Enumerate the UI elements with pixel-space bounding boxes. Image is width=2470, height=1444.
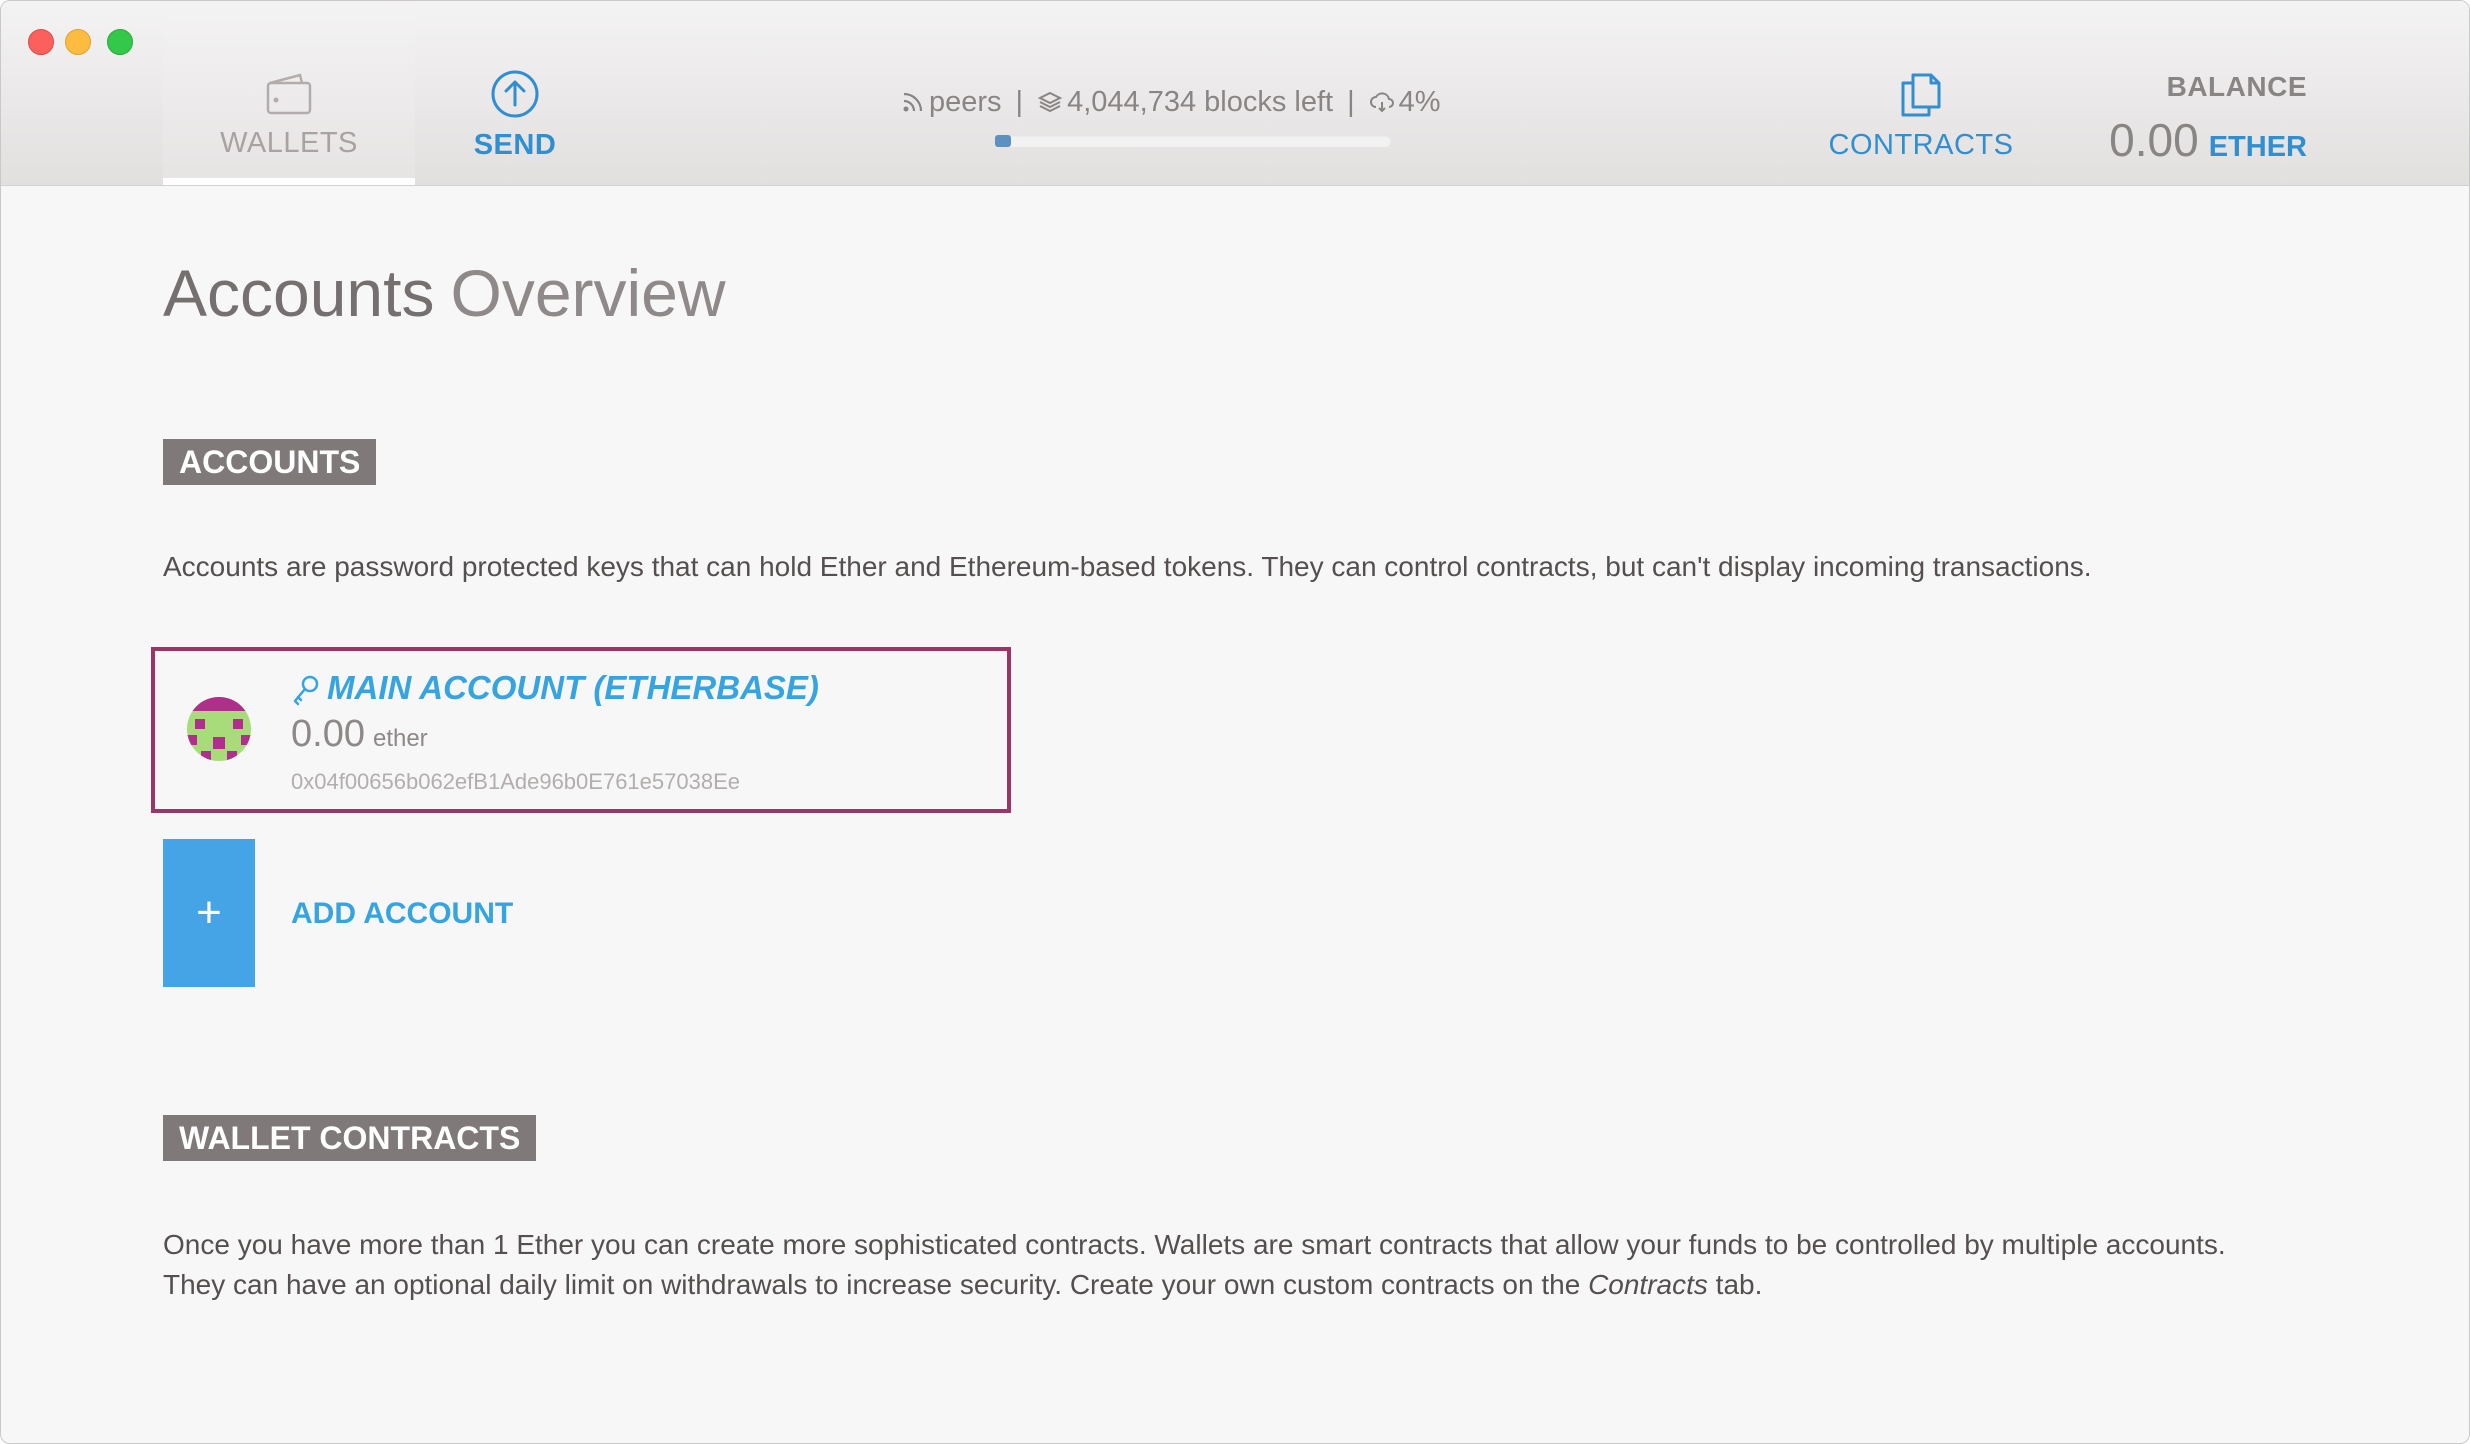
balance-value-row: 0.00 ETHER — [2109, 113, 2307, 167]
add-account-button[interactable]: + — [163, 839, 255, 987]
total-balance: BALANCE 0.00 ETHER — [2109, 71, 2307, 167]
wallet-contracts-heading: WALLET CONTRACTS — [163, 1115, 537, 1161]
account-card[interactable]: MAIN ACCOUNT (ETHERBASE) 0.00 ether 0x04f… — [151, 647, 1011, 813]
account-name-text: MAIN ACCOUNT (ETHERBASE) — [327, 669, 819, 706]
blocks-left-text: 4,044,734 blocks left — [1067, 85, 1334, 118]
wallet-icon — [266, 73, 312, 115]
account-balance: 0.00 ether — [291, 713, 428, 756]
contracts-icon — [1901, 73, 1941, 117]
tab-wallets[interactable]: WALLETS — [163, 1, 415, 185]
add-account-label[interactable]: ADD ACCOUNT — [291, 897, 513, 931]
wallet-contracts-description: Once you have more than 1 Ether you can … — [163, 1225, 2226, 1305]
close-window-button[interactable] — [28, 29, 54, 55]
app-window: WALLETS SEND peers | 4,044,734 blocks lef… — [0, 0, 2470, 1444]
status-divider: | — [1347, 85, 1355, 118]
avatar — [187, 697, 251, 761]
sync-progress-bar — [995, 135, 1391, 147]
tab-send[interactable]: SEND — [459, 69, 571, 162]
wallet-contracts-description-line2: They can have an optional daily limit on… — [163, 1265, 2226, 1305]
blocks-icon — [1037, 92, 1063, 113]
peers-icon — [903, 93, 923, 112]
cloud-download-icon — [1369, 92, 1394, 113]
accounts-description: Accounts are password protected keys tha… — [163, 551, 2092, 582]
send-arrow-icon — [491, 70, 539, 118]
sync-status: peers | 4,044,734 blocks left | 4% — [901, 85, 1501, 125]
description-text: They can have an optional daily limit on… — [163, 1269, 1589, 1300]
balance-label: BALANCE — [2166, 71, 2307, 102]
peers-text: peers — [929, 85, 1002, 118]
zoom-window-button[interactable] — [107, 29, 133, 55]
account-address: 0x04f00656b062efB1Ade96b0E761e57038Ee — [291, 769, 740, 794]
account-balance-unit: ether — [372, 725, 428, 752]
key-icon — [293, 676, 319, 706]
account-name[interactable]: MAIN ACCOUNT (ETHERBASE) — [291, 669, 819, 707]
plus-icon: + — [196, 888, 222, 937]
contracts-tab-link: Contracts — [1588, 1269, 1708, 1300]
balance-amount: 0.00 — [2109, 114, 2199, 166]
tab-contracts-label: CONTRACTS — [1828, 129, 2014, 161]
page-title-strong: Accounts — [163, 256, 435, 330]
active-tab-indicator — [163, 178, 415, 185]
sync-percent-text: 4% — [1398, 85, 1441, 118]
sync-progress-fill — [995, 135, 1011, 147]
tab-send-label: SEND — [473, 129, 557, 161]
tab-contracts[interactable]: CONTRACTS — [1821, 71, 2021, 162]
account-balance-amount: 0.00 — [291, 713, 365, 755]
status-divider: | — [1015, 85, 1024, 118]
minimize-window-button[interactable] — [65, 29, 91, 55]
top-bar: WALLETS SEND peers | 4,044,734 blocks lef… — [1, 1, 2469, 186]
accounts-heading: ACCOUNTS — [163, 439, 377, 485]
wallet-contracts-description-line1: Once you have more than 1 Ether you can … — [163, 1229, 2226, 1260]
balance-unit[interactable]: ETHER — [2209, 131, 2307, 163]
page-title: Accounts Overview — [163, 255, 726, 331]
tab-wallets-label: WALLETS — [220, 127, 358, 159]
description-text: tab. — [1707, 1269, 1763, 1300]
page-title-light: Overview — [450, 256, 726, 330]
